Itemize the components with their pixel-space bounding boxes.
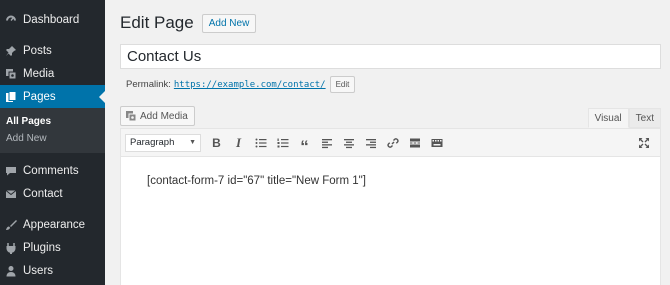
sidebar-item-plugins[interactable]: Plugins	[0, 236, 105, 259]
media-icon	[5, 68, 17, 80]
title-row: Edit Page Add New	[120, 13, 257, 33]
blockquote-icon[interactable]: “	[294, 133, 315, 155]
sidebar-item-users[interactable]: Users	[0, 259, 105, 282]
sidebar-item-label: Contact	[23, 187, 63, 200]
sidebar-item-label: Plugins	[23, 241, 61, 254]
sidebar-item-media[interactable]: Media	[0, 62, 105, 85]
admin-sidebar: Dashboard Posts Media Pages All Pages Ad…	[0, 0, 105, 285]
align-left-icon[interactable]	[316, 133, 337, 153]
sidebar-item-label: Pages	[23, 90, 56, 103]
brush-icon	[5, 219, 17, 231]
dashboard-icon	[5, 14, 17, 26]
add-media-label: Add Media	[140, 110, 188, 122]
sidebar-item-label: Media	[23, 67, 55, 80]
plugin-icon	[5, 242, 17, 254]
permalink-label: Permalink:	[126, 79, 171, 90]
bullet-list-icon[interactable]	[250, 133, 271, 153]
edit-permalink-button[interactable]: Edit	[329, 76, 356, 93]
fullscreen-icon[interactable]	[633, 133, 654, 153]
link-icon[interactable]	[382, 133, 403, 153]
bold-icon[interactable]: B	[206, 133, 227, 153]
sidebar-item-label: Users	[23, 264, 54, 277]
italic-icon[interactable]: I	[228, 133, 249, 153]
editor-toolbar: Paragraph ▼ B I “	[121, 129, 660, 157]
sidebar-item-pages[interactable]: Pages	[0, 85, 105, 108]
tab-visual[interactable]: Visual	[587, 108, 629, 128]
format-select-value: Paragraph	[130, 137, 175, 148]
submenu-add-new[interactable]: Add New	[0, 130, 105, 147]
sidebar-item-dashboard[interactable]: Dashboard	[0, 8, 105, 31]
editor-area: Paragraph ▼ B I “ [contact-form-7 id="67…	[120, 128, 661, 285]
sidebar-item-label: Comments	[23, 164, 79, 177]
sidebar-item-appearance[interactable]: Appearance	[0, 213, 105, 236]
pin-icon	[5, 45, 17, 57]
page-title: Edit Page	[120, 13, 194, 32]
align-center-icon[interactable]	[338, 133, 359, 153]
pages-submenu: All Pages Add New	[0, 108, 105, 153]
add-new-button[interactable]: Add New	[201, 13, 257, 33]
toolbar-toggle-icon[interactable]	[426, 133, 447, 153]
editor-content[interactable]: [contact-form-7 id="67" title="New Form …	[121, 157, 660, 187]
sidebar-item-label: Dashboard	[23, 13, 80, 26]
post-title-input[interactable]: Contact Us	[120, 44, 661, 69]
chevron-down-icon: ▼	[189, 139, 196, 146]
format-select[interactable]: Paragraph ▼	[125, 133, 201, 152]
permalink-row: Permalink: https://example.com/contact/ …	[126, 76, 356, 93]
tab-text[interactable]: Text	[628, 108, 661, 128]
mail-icon	[5, 188, 17, 200]
sidebar-item-label: Appearance	[23, 218, 86, 231]
align-right-icon[interactable]	[360, 133, 381, 153]
sidebar-item-posts[interactable]: Posts	[0, 39, 105, 62]
submenu-all-pages[interactable]: All Pages	[0, 113, 105, 130]
editor-tabs: Visual Text	[587, 108, 661, 128]
sidebar-item-contact[interactable]: Contact	[0, 182, 105, 205]
sidebar-item-comments[interactable]: Comments	[0, 159, 105, 182]
user-icon	[5, 265, 17, 277]
add-media-icon	[125, 110, 137, 122]
pages-icon	[5, 90, 17, 103]
permalink-link[interactable]: https://example.com/contact/	[174, 80, 326, 90]
read-more-icon[interactable]	[404, 133, 425, 153]
sidebar-item-label: Posts	[23, 44, 52, 57]
add-media-button[interactable]: Add Media	[120, 106, 195, 126]
comment-icon	[5, 165, 17, 177]
numbered-list-icon[interactable]	[272, 133, 293, 153]
